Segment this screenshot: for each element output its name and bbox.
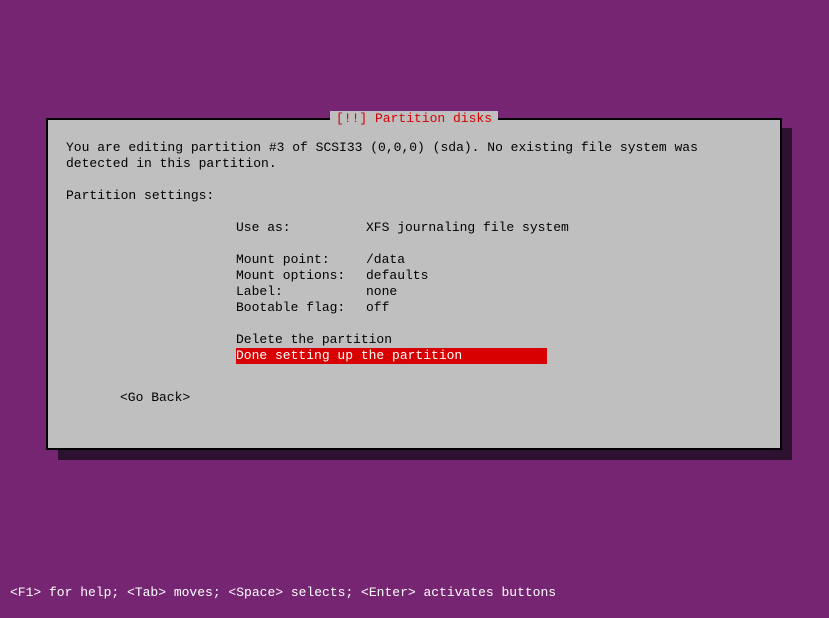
use-as-value: XFS journaling file system (366, 220, 569, 235)
mount-point-label: Mount point: (236, 252, 366, 268)
use-as-label: Use as: (236, 220, 366, 236)
setting-use-as[interactable]: Use as:XFS journaling file system (236, 220, 762, 236)
setting-bootable-flag[interactable]: Bootable flag:off (236, 300, 762, 316)
mount-options-value: defaults (366, 268, 428, 283)
bootable-flag-label: Bootable flag: (236, 300, 366, 316)
go-back-button[interactable]: <Go Back> (120, 390, 762, 406)
help-bar: <F1> for help; <Tab> moves; <Space> sele… (10, 585, 556, 600)
label-label: Label: (236, 284, 366, 300)
setting-mount-options[interactable]: Mount options:defaults (236, 268, 762, 284)
label-value: none (366, 284, 397, 299)
setting-label[interactable]: Label:none (236, 284, 762, 300)
done-setting-up-action[interactable]: Done setting up the partition (236, 348, 547, 364)
mount-options-label: Mount options: (236, 268, 366, 284)
dialog-description: You are editing partition #3 of SCSI33 (… (66, 140, 762, 172)
settings-header: Partition settings: (66, 188, 762, 204)
partition-dialog: [!!] Partition disks You are editing par… (46, 118, 782, 450)
setting-mount-point[interactable]: Mount point:/data (236, 252, 762, 268)
delete-partition-action[interactable]: Delete the partition (236, 332, 392, 348)
mount-point-value: /data (366, 252, 405, 267)
bootable-flag-value: off (366, 300, 389, 315)
